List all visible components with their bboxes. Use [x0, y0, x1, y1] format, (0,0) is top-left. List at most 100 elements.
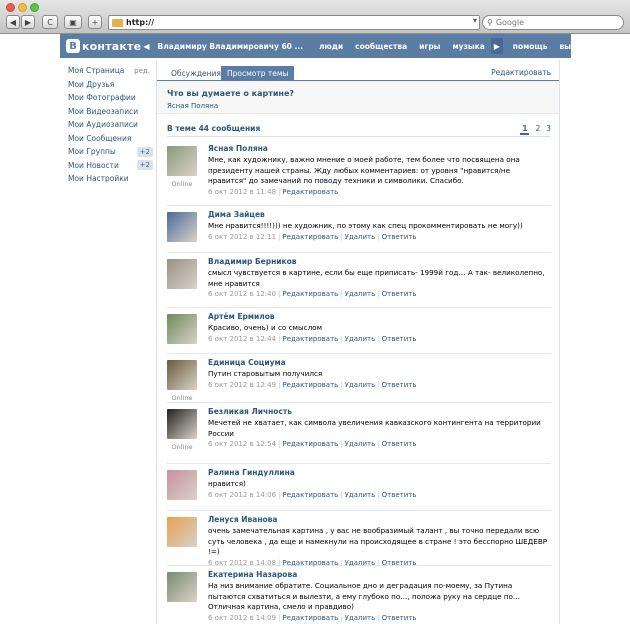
post-date[interactable]: 6 окт 2012 в 14:06 [208, 491, 276, 499]
avatar[interactable] [167, 212, 197, 242]
forward-button[interactable]: ▶ [21, 15, 35, 29]
separator: | [377, 334, 380, 343]
menu-item-friends[interactable]: Мои Друзья [68, 78, 153, 92]
edit-topic-link[interactable]: Редактировать [491, 68, 551, 77]
tab-view-topic[interactable]: Просмотр темы [221, 66, 295, 80]
reply-link[interactable]: Ответить [382, 335, 417, 343]
reply-link[interactable]: Ответить [382, 290, 417, 298]
edit-link[interactable]: Редактировать [282, 440, 338, 448]
edit-link[interactable]: Редактировать [282, 614, 338, 622]
post-author[interactable]: Ралина Гиндуллина [208, 468, 548, 479]
page-3[interactable]: 3 [546, 124, 551, 135]
post-author[interactable]: Екатерина Назарова [208, 570, 548, 581]
topic-group-link[interactable]: Ясная Поляна [167, 102, 559, 110]
url-bar[interactable]: http:// ▾ [108, 15, 480, 30]
avatar[interactable] [167, 409, 197, 439]
post: Владимир Берников смысл чувствуется в кар… [167, 257, 551, 308]
chevron-down-icon[interactable]: ▾ [473, 16, 477, 25]
post-date[interactable]: 6 окт 2012 в 12:44 [208, 335, 276, 343]
edit-link[interactable]: Редактировать [282, 491, 338, 499]
post-date[interactable]: 6 окт 2012 в 12:40 [208, 290, 276, 298]
close-window-button[interactable] [6, 3, 15, 12]
edit-link[interactable]: Редактировать [282, 233, 338, 241]
separator: | [377, 558, 380, 567]
reply-link[interactable]: Ответить [382, 440, 417, 448]
avatar[interactable] [167, 470, 197, 500]
avatar[interactable] [167, 360, 197, 390]
post-date[interactable]: 6 окт 2012 в 14:09 [208, 614, 276, 622]
post-body: Ясная Поляна Мне, как художнику, важно мн… [208, 144, 548, 196]
menu-item-photos[interactable]: Мои Фотографии [68, 91, 153, 105]
reload-button[interactable]: C [42, 15, 58, 29]
reply-link[interactable]: Ответить [382, 614, 417, 622]
edit-link[interactable]: Редактировать [282, 290, 338, 298]
avatar[interactable] [167, 572, 197, 602]
edit-link[interactable]: Редактировать [282, 381, 338, 389]
screenshot-button[interactable]: ▣ [64, 15, 82, 29]
nav-logout[interactable]: выйти [553, 42, 591, 51]
post-date[interactable]: 6 окт 2012 в 12:11 [208, 233, 276, 241]
delete-link[interactable]: Удалить [345, 491, 376, 499]
more-arrow-icon[interactable]: ▶ [490, 38, 503, 54]
menu-item-news[interactable]: Мои Новости +2 [68, 159, 153, 173]
avatar[interactable] [167, 259, 197, 289]
avatar[interactable] [167, 517, 197, 547]
nav-communities[interactable]: сообщества [349, 42, 413, 51]
delete-link[interactable]: Удалить [345, 614, 376, 622]
post-date[interactable]: 6 окт 2012 в 12:49 [208, 381, 276, 389]
left-menu: Моя Страница ред. Мои Друзья Мои Фотограф… [68, 64, 153, 186]
delete-link[interactable]: Удалить [345, 559, 376, 567]
post-author[interactable]: Безликая Личность [208, 407, 548, 418]
post-author[interactable]: Дима Зайцев [208, 210, 548, 221]
post-author[interactable]: Ясная Поляна [208, 144, 548, 155]
search-input[interactable]: ⚲ Google [482, 15, 624, 30]
nav-games[interactable]: игры [413, 42, 446, 51]
breadcrumb[interactable]: Владимиру Владимировичу 60 ... [151, 42, 313, 51]
logo-badge: В [66, 39, 80, 53]
avatar[interactable] [167, 146, 197, 176]
separator: | [278, 232, 281, 241]
delete-link[interactable]: Удалить [345, 440, 376, 448]
post-author[interactable]: Единица Социума [208, 358, 548, 369]
edit-link[interactable]: Редактировать [282, 335, 338, 343]
add-bookmark-button[interactable]: + [88, 15, 102, 29]
minimize-window-button[interactable] [18, 3, 27, 12]
post-date[interactable]: 6 окт 2012 в 12:54 [208, 440, 276, 448]
avatar[interactable] [167, 314, 197, 344]
nav-help[interactable]: помощь [503, 42, 554, 51]
post-author[interactable]: Артём Ермилов [208, 312, 548, 323]
reply-link[interactable]: Ответить [382, 559, 417, 567]
reply-link[interactable]: Ответить [382, 381, 417, 389]
delete-link[interactable]: Удалить [345, 381, 376, 389]
menu-item-settings[interactable]: Мои Настройки [68, 172, 153, 186]
page-2[interactable]: 2 [535, 124, 540, 135]
back-arrow-icon[interactable]: ◀ [141, 42, 151, 51]
post-author[interactable]: Владимир Берников [208, 257, 548, 268]
plus-icon: + [91, 17, 99, 27]
post-text: Путин старовытым получился [208, 369, 323, 378]
menu-item-messages[interactable]: Мои Сообщения [68, 132, 153, 146]
delete-link[interactable]: Удалить [345, 335, 376, 343]
menu-item-groups[interactable]: Мои Группы +2 [68, 145, 153, 159]
edit-link[interactable]: Редактировать [282, 188, 338, 196]
nav-people[interactable]: люди [313, 42, 349, 51]
zoom-window-button[interactable] [30, 3, 39, 12]
delete-link[interactable]: Удалить [345, 233, 376, 241]
tab-discussions[interactable]: Обсуждения [165, 66, 227, 80]
edit-link[interactable]: Редактировать [282, 559, 338, 567]
post: Дима Зайцев Мне нравится!!!!))) не художн… [167, 210, 551, 253]
post-date[interactable]: 6 окт 2012 в 11:48 [208, 188, 276, 196]
vk-logo[interactable]: В контакте [66, 39, 141, 53]
back-button[interactable]: ◀ [6, 15, 20, 29]
reply-link[interactable]: Ответить [382, 491, 417, 499]
nav-music[interactable]: музыка [446, 42, 490, 51]
menu-item-my-page[interactable]: Моя Страница ред. [68, 64, 153, 78]
post-author[interactable]: Ленуся Иванова [208, 515, 548, 526]
delete-link[interactable]: Удалить [345, 290, 376, 298]
menu-item-audio[interactable]: Мои Аудиозаписи [68, 118, 153, 132]
post-date[interactable]: 6 окт 2012 в 14:08 [208, 559, 276, 567]
page-1[interactable]: 1 [520, 124, 530, 135]
reply-link[interactable]: Ответить [382, 233, 417, 241]
menu-item-videos[interactable]: Мои Видеозаписи [68, 105, 153, 119]
edit-menu-link[interactable]: ред. [134, 67, 150, 75]
